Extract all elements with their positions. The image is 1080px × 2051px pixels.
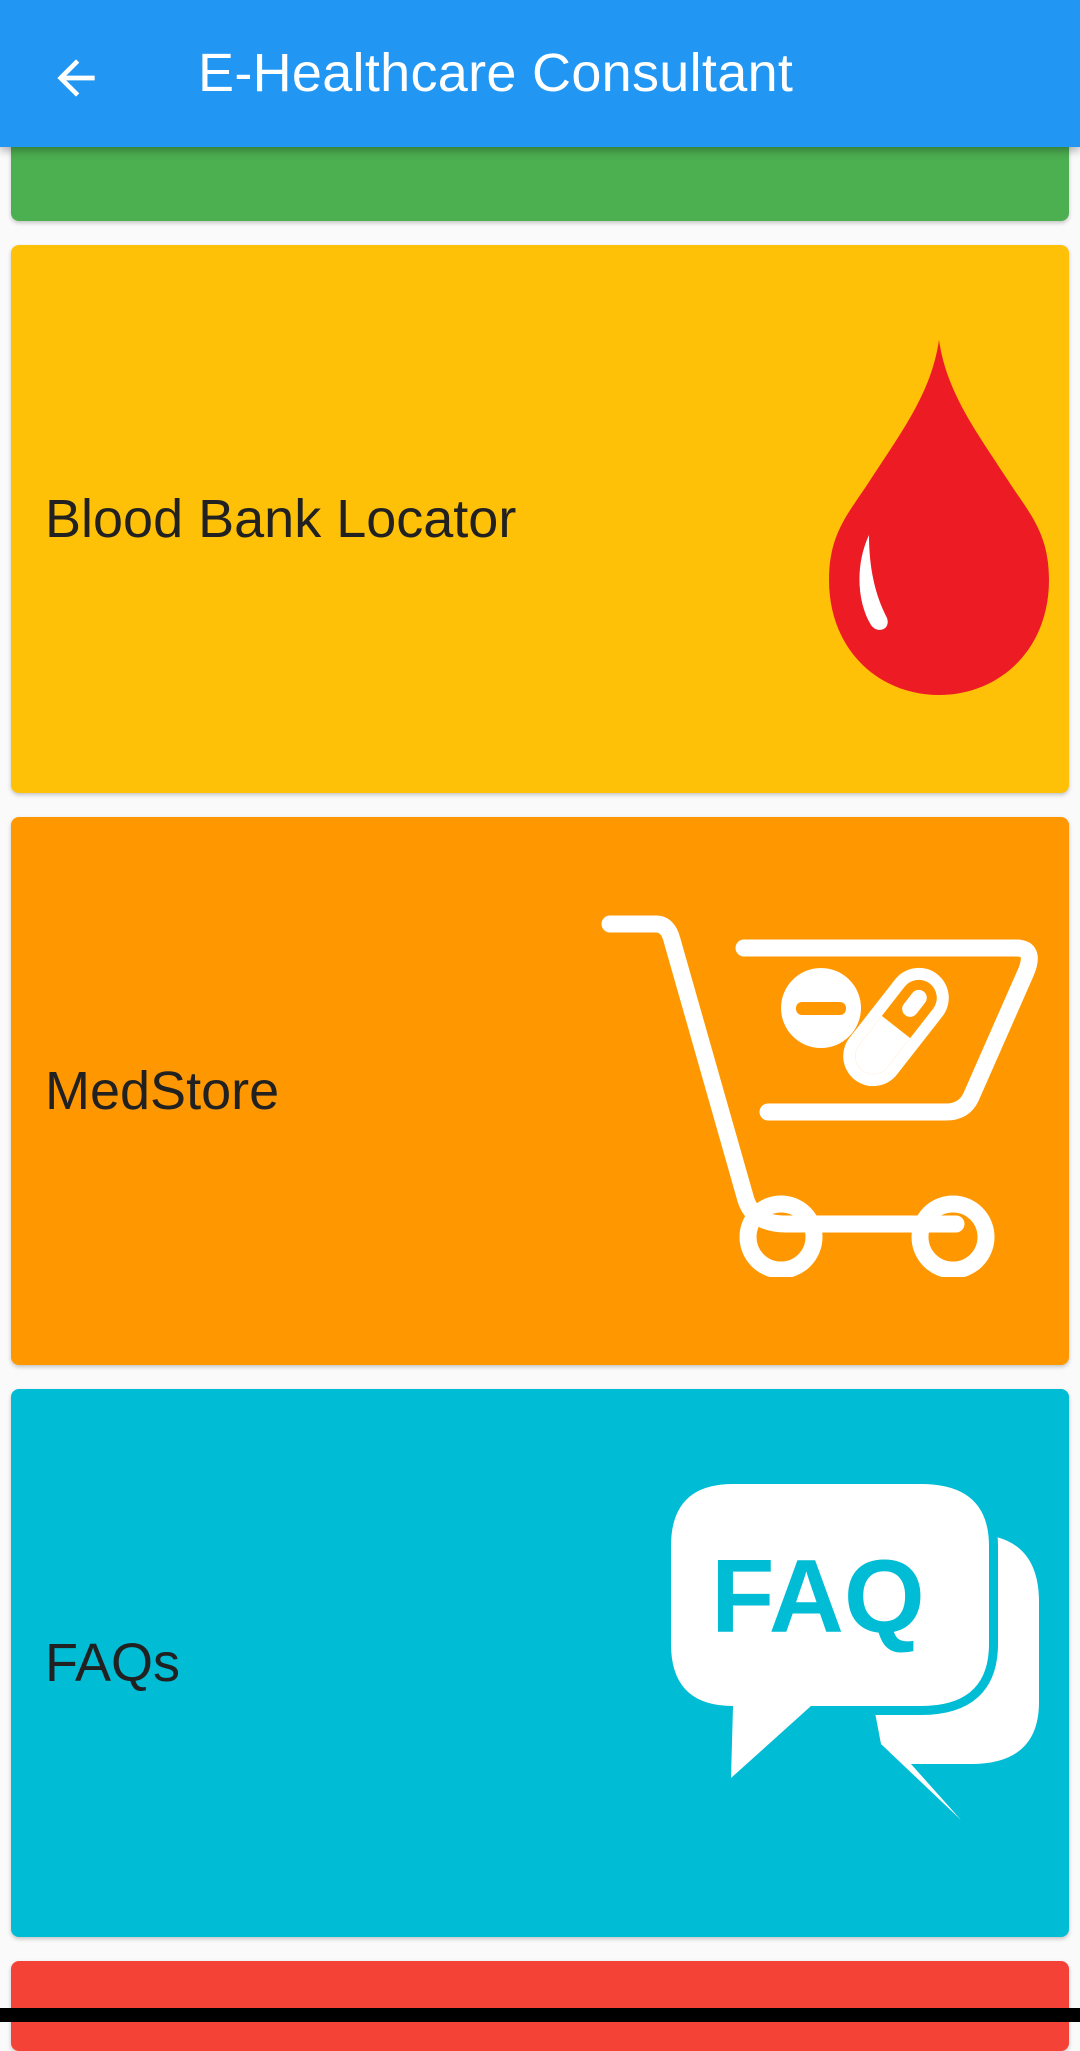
card-bottom-partial[interactable] (11, 1961, 1069, 2051)
card-label-medstore: MedStore (45, 1061, 280, 1121)
page-title: E-Healthcare Consultant (198, 43, 794, 103)
card-label-faqs: FAQs (45, 1633, 181, 1693)
card-top-partial[interactable] (11, 140, 1069, 221)
blood-drop-icon (829, 340, 1049, 695)
card-blood-bank-locator[interactable]: Blood Bank Locator (11, 245, 1069, 793)
navigation-bar-edge (0, 2008, 1080, 2022)
arrow-back-icon (57, 59, 95, 97)
card-label-blood-bank-locator: Blood Bank Locator (45, 489, 517, 549)
card-faqs[interactable]: FAQs FAQ (11, 1389, 1069, 1937)
svg-text:FAQ: FAQ (711, 1539, 925, 1655)
app-bar: E-Healthcare Consultant (0, 0, 1080, 147)
card-medstore[interactable]: MedStore (11, 817, 1069, 1365)
faq-speech-bubble-icon: FAQ (671, 1484, 1039, 1820)
shopping-cart-pills-icon (601, 915, 1038, 1277)
back-button[interactable] (34, 36, 118, 120)
